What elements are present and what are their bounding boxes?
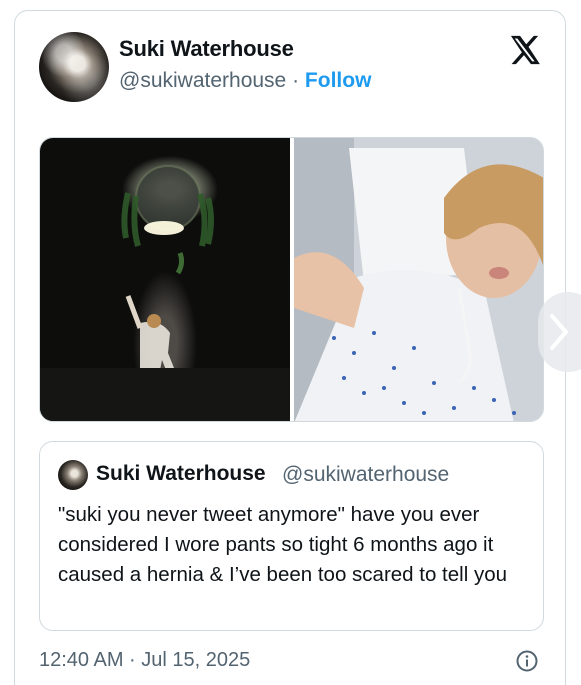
author-handle[interactable]: @sukiwaterhouse — [119, 69, 286, 92]
tweet-card: Suki Waterhouse @sukiwaterhouse · Follow — [14, 10, 566, 685]
concert-photo-art — [40, 165, 290, 421]
author-avatar[interactable] — [39, 32, 109, 102]
handle-separator: · — [292, 69, 300, 92]
media-grid — [39, 137, 544, 422]
next-media-button[interactable] — [538, 292, 581, 372]
quoted-post[interactable]: Suki Waterhouse @sukiwaterhouse "suki yo… — [39, 441, 544, 631]
quoted-author-handle[interactable]: @sukiwaterhouse — [282, 463, 449, 487]
quoted-post-text: "suki you never tweet anymore" have you … — [58, 503, 508, 586]
x-logo-icon[interactable] — [507, 33, 541, 67]
hospital-selfie-art — [294, 138, 543, 421]
info-icon[interactable] — [515, 649, 539, 673]
hospital-selfie-photo[interactable] — [294, 138, 543, 421]
author-handle-line: @sukiwaterhouse · Follow — [119, 69, 371, 93]
quoted-author-avatar[interactable] — [58, 460, 88, 490]
concert-photo[interactable] — [40, 138, 290, 421]
chevron-right-icon — [550, 314, 568, 350]
author-name[interactable]: Suki Waterhouse — [119, 36, 294, 62]
post-timestamp[interactable]: 12:40 AM · Jul 15, 2025 — [39, 649, 250, 672]
follow-button[interactable]: Follow — [305, 69, 372, 92]
quoted-author-name[interactable]: Suki Waterhouse — [96, 462, 266, 486]
